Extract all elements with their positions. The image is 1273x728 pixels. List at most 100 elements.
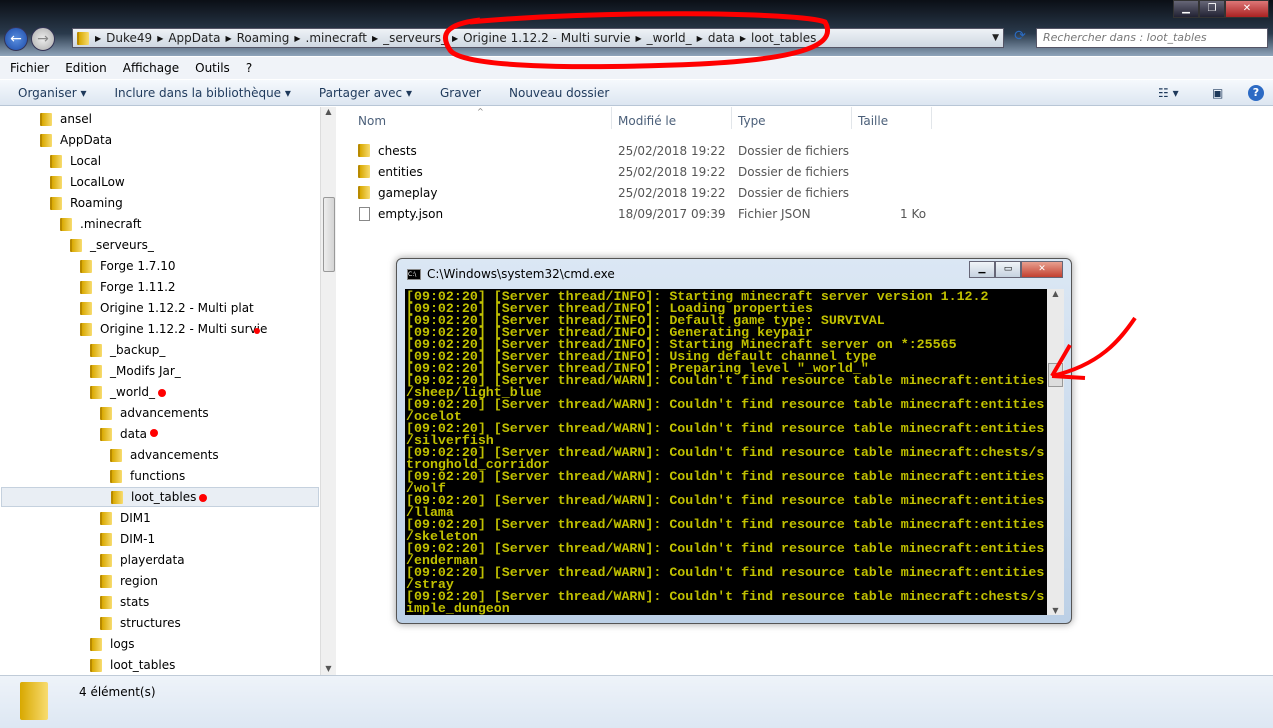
scroll-up-icon[interactable]: ▲ [1047,289,1064,298]
tree-item[interactable]: logs [90,634,135,654]
folder-icon [100,595,112,609]
tree-item[interactable]: stats [100,592,149,612]
tree-item[interactable]: ansel [40,109,92,129]
tree-item[interactable]: _Modifs Jar_ [90,361,181,381]
folder-icon [90,658,102,672]
folder-icon [100,532,112,546]
address-dropdown-icon[interactable]: ▼ [992,33,1003,43]
tree-item[interactable]: AppData [40,130,112,150]
breadcrumb-item[interactable]: AppData [163,31,225,45]
tree-item[interactable]: Local [50,151,101,171]
minimize-button[interactable]: ▁ [1173,0,1199,18]
breadcrumb-item[interactable]: loot_tables [746,31,821,45]
tree-item[interactable]: playerdata [100,550,185,570]
share-button[interactable]: Partager avec ▾ [319,86,412,100]
include-library-button[interactable]: Inclure dans la bibliothèque ▾ [114,86,290,100]
breadcrumb-item[interactable]: Roaming [232,31,295,45]
refresh-icon[interactable]: ⟳ [1008,28,1032,48]
cmd-maximize-button[interactable]: ▭ [995,261,1021,278]
tree-item[interactable]: LocalLow [50,172,125,192]
tree-item[interactable]: _backup_ [90,340,165,360]
folder-icon [90,364,102,378]
tree-item[interactable]: Origine 1.12.2 - Multi plat [80,298,254,318]
file-type: Dossier de fichiers [738,185,850,200]
console-line: [09:02:20] [Server thread/WARN]: Couldn'… [406,397,1045,412]
tree-item[interactable]: Origine 1.12.2 - Multi survie [80,319,267,339]
column-modified[interactable]: Modifié le [612,107,732,129]
folder-icon [358,186,370,199]
tree-item-label: structures [120,616,181,630]
breadcrumb-item[interactable]: _world_ [642,31,697,45]
tree-item[interactable]: Roaming [50,193,123,213]
tree-item[interactable]: structures [100,613,181,633]
tree-item[interactable]: DIM1 [100,508,151,528]
breadcrumb-item[interactable]: .minecraft [301,31,372,45]
menu-affichage[interactable]: Affichage [123,61,179,75]
file-date: 25/02/2018 19:22 [618,143,726,158]
tree-item-label: LocalLow [70,175,125,189]
column-size[interactable]: Taille [852,107,932,129]
close-button[interactable]: ✕ [1225,0,1269,18]
scroll-thumb[interactable] [1048,363,1063,387]
new-folder-button[interactable]: Nouveau dossier [509,86,609,100]
help-icon[interactable]: ? [1248,84,1264,101]
tree-item[interactable]: _world_ [90,382,155,402]
burn-button[interactable]: Graver [440,86,481,100]
tree-item[interactable]: DIM-1 [100,529,155,549]
scroll-down-icon[interactable]: ▼ [321,664,336,673]
file-date: 25/02/2018 19:22 [618,164,726,179]
tree-item[interactable]: loot_tables [1,487,319,507]
file-date: 18/09/2017 09:39 [618,206,726,221]
column-type[interactable]: Type [732,107,852,129]
menu-fichier[interactable]: Fichier [10,61,49,75]
tree-item[interactable]: advancements [110,445,219,465]
file-row[interactable]: gameplay 25/02/2018 19:22 Dossier de fichi… [356,182,936,203]
breadcrumb-item[interactable]: Origine 1.12.2 - Multi survie [458,31,635,45]
maximize-button[interactable]: ❐ [1199,0,1225,18]
tree-item[interactable]: _serveurs_ [70,235,154,255]
tree-item-label: region [120,574,158,588]
menu-help[interactable]: ? [246,61,252,75]
console-line: [09:02:20] [Server thread/WARN]: Couldn'… [406,565,1045,580]
menu-outils[interactable]: Outils [195,61,230,75]
forward-button[interactable]: → [31,27,55,51]
tree-item-label: Origine 1.12.2 - Multi survie [100,322,268,336]
address-bar[interactable]: ▶ Duke49 ▶ AppData ▶ Roaming ▶ .minecraft ▶ _serv… [72,28,1004,48]
tree-item-label: functions [130,469,186,483]
cmd-close-button[interactable]: ✕ [1021,261,1063,278]
tree-item-label: Origine 1.12.2 - Multi plat [100,301,254,315]
tree-item[interactable]: Forge 1.11.2 [80,277,176,297]
breadcrumb-item[interactable]: Duke49 [101,31,157,45]
scroll-up-icon[interactable]: ▲ [321,107,336,116]
cmd-minimize-button[interactable]: ▁ [969,261,995,278]
tree-item[interactable]: functions [110,466,185,486]
breadcrumb-item[interactable]: data [703,31,740,45]
sort-arrow-icon: ^ [477,107,484,116]
scroll-thumb[interactable] [323,197,335,272]
tree-item[interactable]: .minecraft [60,214,141,234]
tree-scrollbar[interactable]: ▲ ▼ [320,107,336,675]
view-options-icon[interactable]: ☷ ▾ [1158,86,1179,100]
file-row[interactable]: entities 25/02/2018 19:22 Dossier de fichi… [356,161,936,182]
tree-item-label: playerdata [120,553,185,567]
tree-item[interactable]: Forge 1.7.10 [80,256,176,276]
tree-item[interactable]: region [100,571,158,591]
folder-icon [90,637,102,651]
menu-edition[interactable]: Edition [65,61,107,75]
cmd-scrollbar[interactable]: ▲ ▼ [1047,289,1064,615]
file-row[interactable]: chests 25/02/2018 19:22 Dossier de fichier… [356,140,936,161]
console-output[interactable]: [09:02:20] [Server thread/INFO]: Startin… [405,289,1047,615]
tree-item[interactable]: advancements [100,403,209,423]
search-input[interactable]: Rechercher dans : loot_tables [1036,28,1268,48]
back-button[interactable]: ← [4,27,28,51]
tree-item[interactable]: data [100,424,147,444]
tree-item-label: Roaming [70,196,123,210]
scroll-down-icon[interactable]: ▼ [1047,606,1064,615]
breadcrumb-item[interactable]: _serveurs_ [378,31,452,45]
preview-pane-icon[interactable]: ▣ [1212,86,1223,100]
tree-item-label: DIM1 [120,511,151,525]
tree-item[interactable]: loot_tables [90,655,175,675]
file-row[interactable]: empty.json 18/09/2017 09:39 Fichier JSON 1 … [356,203,936,224]
console-line: [09:02:20] [Server thread/WARN]: Couldn'… [406,517,1045,532]
organiser-button[interactable]: Organiser ▾ [18,86,86,100]
